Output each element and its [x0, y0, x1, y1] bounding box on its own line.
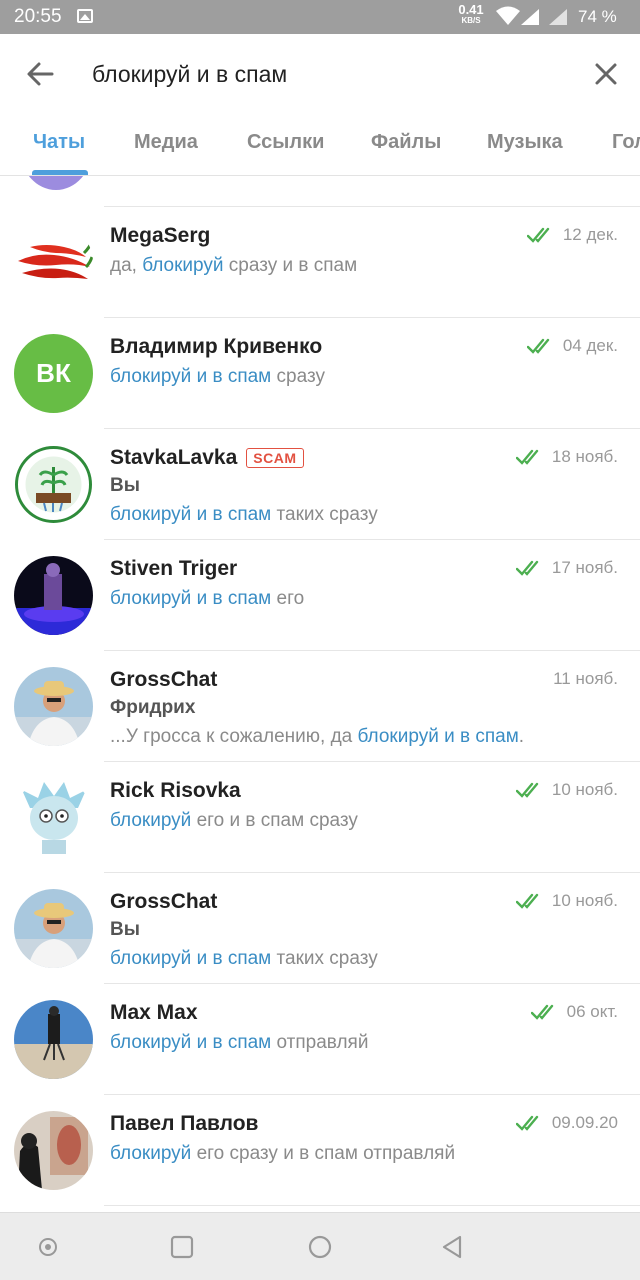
chat-row[interactable]: GrossChat 11 нояб. Фридрих ...У гросса к… — [0, 651, 640, 762]
chat-date: 06 окт. — [566, 1002, 618, 1021]
avatar — [20, 176, 92, 190]
tab-voice[interactable]: Голос — [612, 131, 640, 154]
message-sender: Вы — [110, 919, 140, 940]
chat-row[interactable]: MegaSerg 12 дек. да, блокируй сразу и в … — [0, 207, 640, 318]
chat-name: StavkaLavka — [110, 446, 238, 469]
message-preview: блокируй и в спам таких сразу — [110, 948, 378, 969]
system-nav-bar — [0, 1212, 640, 1280]
message-preview: блокируй его сразу и в спам отправляй — [110, 1143, 456, 1164]
avatar — [14, 667, 93, 746]
back-arrow-icon[interactable] — [22, 56, 58, 92]
search-highlight: блокируй и в спам — [110, 366, 272, 387]
tab-music[interactable]: Музыка — [487, 131, 563, 154]
gallery-notification-icon — [77, 9, 93, 23]
double-check-icon — [526, 338, 550, 354]
message-preview: да, блокируй сразу и в спам — [110, 255, 358, 276]
double-check-icon — [515, 1115, 539, 1131]
double-check-icon — [515, 560, 539, 576]
battery-level: 74 % — [578, 7, 617, 26]
search-highlight: блокируй и в спам — [110, 588, 272, 609]
avatar — [14, 1111, 93, 1190]
message-preview: блокируй и в спам отправляй — [110, 1032, 369, 1053]
avatar — [14, 556, 93, 635]
chat-date: 10 нояб. — [551, 891, 618, 910]
chat-row[interactable]: StavkaLavka SCAM 18 нояб. Вы блокируй и … — [0, 429, 640, 540]
double-check-icon — [530, 1004, 553, 1020]
wifi-icon — [496, 6, 520, 25]
message-sender: Вы — [110, 475, 140, 496]
tab-files[interactable]: Файлы — [371, 131, 441, 154]
status-time: 20:55 — [14, 6, 62, 27]
chat-row[interactable]: Max Max 06 окт. блокируй и в спам отправ… — [0, 984, 640, 1095]
chat-date: 18 нояб. — [551, 447, 618, 466]
chat-date: 11 нояб. — [553, 669, 618, 688]
assistant-button-icon[interactable] — [34, 1233, 62, 1261]
chat-name: GrossChat — [110, 668, 218, 691]
avatar — [14, 445, 93, 524]
scam-badge: SCAM — [246, 448, 304, 468]
search-highlight: блокируй — [110, 810, 192, 831]
search-highlight: блокируй и в спам — [110, 504, 272, 525]
tab-media[interactable]: Медиа — [134, 131, 198, 154]
chat-row[interactable]: Павел Павлов 09.09.20 блокируй его сразу… — [0, 1095, 640, 1206]
tab-links[interactable]: Ссылки — [247, 131, 324, 154]
message-preview: ...У гросса к сожалению, да блокируй и в… — [110, 726, 525, 747]
search-highlight: блокируй — [110, 1143, 192, 1164]
chat-row[interactable]: ВК Владимир Кривенко 04 дек. блокируй и … — [0, 318, 640, 429]
search-highlight: блокируй — [142, 255, 224, 276]
message-preview: блокируй и в спам таких сразу — [110, 504, 378, 525]
chat-name: Stiven Triger — [110, 557, 238, 580]
chat-name: Владимир Кривенко — [110, 335, 323, 358]
search-highlight: блокируй и в спам — [110, 948, 272, 969]
double-check-icon — [526, 227, 550, 243]
chat-row[interactable]: Stiven Triger 17 нояб. блокируй и в спам… — [0, 540, 640, 651]
message-preview: блокируй и в спам сразу — [110, 366, 325, 387]
signal-sim2-icon — [549, 9, 567, 25]
network-speed-unit: KB/S — [461, 16, 481, 25]
search-highlight: блокируй и в спам — [357, 726, 519, 747]
avatar: ВК — [14, 334, 93, 413]
search-input[interactable] — [92, 56, 562, 92]
chat-name: Max Max — [110, 1001, 198, 1024]
back-nav-icon[interactable] — [438, 1233, 466, 1261]
chat-date: 04 дек. — [562, 336, 618, 355]
chat-row[interactable]: Rick Risovka 10 нояб. блокируй его и в с… — [0, 762, 640, 873]
search-tabs: Чаты Медиа Ссылки Файлы Музыка Голос — [0, 114, 640, 176]
chat-row[interactable]: GrossChat 10 нояб. Вы блокируй и в спам … — [0, 873, 640, 984]
chat-name: Rick Risovka — [110, 779, 241, 802]
avatar — [14, 889, 93, 968]
network-speed-value: 0.41 — [458, 2, 484, 17]
search-highlight: блокируй и в спам — [110, 1032, 272, 1053]
chat-name: Павел Павлов — [110, 1112, 259, 1135]
chat-date: 17 нояб. — [551, 558, 618, 577]
recent-apps-icon[interactable] — [168, 1233, 196, 1261]
active-tab-indicator — [32, 170, 88, 175]
double-check-icon — [515, 893, 539, 909]
tab-chats[interactable]: Чаты — [33, 131, 85, 154]
chat-name: MegaSerg — [110, 224, 211, 247]
message-preview: блокируй и в спам его — [110, 588, 305, 609]
double-check-icon — [515, 782, 539, 798]
message-sender: Фридрих — [110, 697, 196, 718]
network-speed: 0.41 KB/S — [454, 2, 488, 26]
chat-date: 09.09.20 — [551, 1113, 618, 1132]
chat-date: 12 дек. — [562, 225, 618, 244]
divider — [104, 1205, 640, 1206]
clear-search-icon[interactable] — [590, 58, 622, 90]
chat-date: 10 нояб. — [551, 780, 618, 799]
home-icon[interactable] — [306, 1233, 334, 1261]
chat-name: GrossChat — [110, 890, 218, 913]
status-bar: 20:55 0.41 KB/S 74 % — [0, 0, 640, 34]
avatar — [14, 778, 93, 857]
double-check-icon — [515, 449, 539, 465]
chat-list[interactable]: MegaSerg 12 дек. да, блокируй сразу и в … — [0, 176, 640, 1212]
avatar — [14, 1000, 93, 1079]
signal-sim1-icon — [521, 9, 539, 25]
search-header — [0, 34, 640, 114]
message-preview: блокируй его и в спам сразу — [110, 810, 358, 831]
avatar — [14, 223, 93, 302]
